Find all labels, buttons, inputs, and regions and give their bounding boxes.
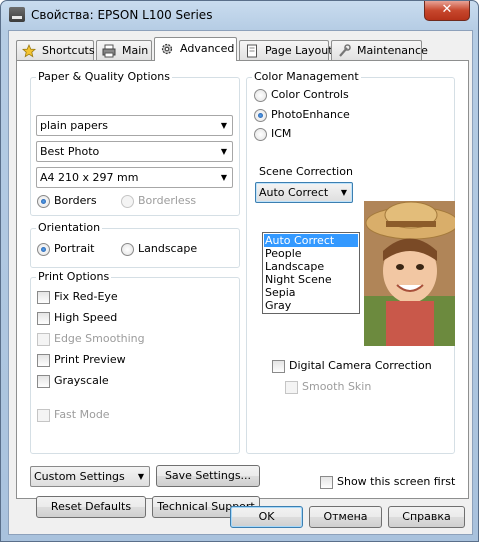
settings-preset-value: Custom Settings bbox=[34, 470, 125, 483]
dropdown-option-gray[interactable]: Gray bbox=[264, 299, 358, 312]
group-label: Print Options bbox=[36, 270, 112, 283]
star-icon bbox=[21, 43, 37, 58]
window-frame: Свойства: EPSON L100 Series ✕ Shortcuts … bbox=[0, 0, 479, 542]
checkbox-icon bbox=[37, 312, 50, 325]
tab-label: Main bbox=[122, 44, 149, 57]
dropdown-option-auto-correct[interactable]: Auto Correct bbox=[264, 234, 358, 247]
chevron-down-icon: ▼ bbox=[220, 147, 227, 156]
tab-page-layout[interactable]: Page Layout bbox=[239, 40, 333, 60]
save-settings-button[interactable]: Save Settings... bbox=[156, 465, 260, 487]
scene-correction-dropdown: Auto Correct People Landscape Night Scen… bbox=[262, 232, 360, 314]
group-label: Orientation bbox=[36, 221, 103, 234]
tab-label: Shortcuts bbox=[42, 44, 95, 57]
checkbox-label: Grayscale bbox=[54, 374, 109, 387]
checkbox-label: Fast Mode bbox=[54, 408, 110, 421]
checkbox-icon bbox=[37, 291, 50, 304]
paper-type-select[interactable]: plain papers ▼ bbox=[36, 115, 233, 136]
radio-selected-icon bbox=[37, 195, 50, 208]
help-button[interactable]: Справка bbox=[388, 506, 465, 528]
paper-size-value: A4 210 x 297 mm bbox=[40, 171, 139, 184]
tab-label: Advanced bbox=[180, 42, 235, 55]
chevron-down-icon: ▼ bbox=[220, 121, 227, 130]
tab-main[interactable]: Main bbox=[96, 40, 152, 60]
close-button[interactable]: ✕ bbox=[424, 1, 470, 21]
printer-icon bbox=[102, 44, 116, 58]
radio-label: PhotoEnhance bbox=[271, 108, 350, 121]
tab-maintenance[interactable]: Maintenance bbox=[331, 40, 428, 60]
radio-label: Borders bbox=[54, 194, 97, 207]
wrench-icon bbox=[337, 44, 351, 58]
settings-preset-select[interactable]: Custom Settings ▼ bbox=[30, 466, 150, 487]
checkbox-label: Show this screen first bbox=[337, 475, 456, 488]
page-icon bbox=[245, 44, 259, 58]
radio-label: Borderless bbox=[138, 194, 197, 207]
paper-type-value: plain papers bbox=[40, 119, 109, 132]
radio-selected-icon bbox=[37, 243, 50, 256]
quality-value: Best Photo bbox=[40, 145, 100, 158]
printer-icon bbox=[9, 7, 25, 22]
checkbox-label: Fix Red-Eye bbox=[54, 290, 118, 303]
checkbox-icon bbox=[37, 375, 50, 388]
paper-size-select[interactable]: A4 210 x 297 mm ▼ bbox=[36, 167, 233, 188]
radio-label: Color Controls bbox=[271, 88, 349, 101]
checkbox-icon bbox=[37, 333, 50, 346]
checkbox-icon bbox=[37, 409, 50, 422]
checkbox-label: Print Preview bbox=[54, 353, 126, 366]
gear-icon bbox=[160, 42, 174, 56]
radio-label: Portrait bbox=[54, 242, 95, 255]
title-bar[interactable]: Свойства: EPSON L100 Series ✕ bbox=[1, 1, 478, 29]
checkbox-label: High Speed bbox=[54, 311, 118, 324]
tab-advanced[interactable]: Advanced bbox=[154, 37, 237, 61]
dropdown-option-night-scene[interactable]: Night Scene bbox=[264, 273, 358, 286]
checkbox-label: Digital Camera Correction bbox=[289, 359, 432, 372]
dropdown-option-people[interactable]: People bbox=[264, 247, 358, 260]
checkbox-label: Smooth Skin bbox=[302, 380, 372, 393]
group-label: Color Management bbox=[252, 70, 361, 83]
checkbox-icon bbox=[285, 381, 298, 394]
divider bbox=[37, 398, 233, 399]
radio-icon bbox=[121, 243, 134, 256]
chevron-down-icon: ▼ bbox=[137, 472, 144, 481]
cancel-button[interactable]: Отмена bbox=[309, 506, 382, 528]
radio-label: Landscape bbox=[138, 242, 198, 255]
quality-select[interactable]: Best Photo ▼ bbox=[36, 141, 233, 162]
checkbox-icon bbox=[37, 354, 50, 367]
reset-defaults-button[interactable]: Reset Defaults bbox=[36, 496, 146, 518]
tab-label: Page Layout bbox=[265, 44, 333, 57]
dialog-client: Shortcuts Main Advanced Page Layout Main… bbox=[8, 30, 473, 535]
advanced-tab-sheet: Paper & Quality Options plain papers ▼ B… bbox=[16, 60, 469, 518]
checkbox-icon bbox=[272, 360, 285, 373]
scene-correction-select[interactable]: Auto Correct ▼ bbox=[255, 182, 353, 203]
ok-button[interactable]: OK bbox=[230, 506, 303, 528]
chevron-down-icon: ▼ bbox=[220, 173, 227, 182]
radio-label: ICM bbox=[271, 127, 292, 140]
scene-correction-label: Scene Correction bbox=[259, 165, 353, 178]
window-title: Свойства: EPSON L100 Series bbox=[31, 8, 213, 22]
sample-photo bbox=[364, 201, 455, 346]
dropdown-option-landscape[interactable]: Landscape bbox=[264, 260, 358, 273]
tab-label: Maintenance bbox=[357, 44, 428, 57]
chevron-down-icon: ▼ bbox=[340, 188, 347, 197]
radio-icon bbox=[254, 128, 267, 141]
radio-icon bbox=[121, 195, 134, 208]
checkbox-label: Edge Smoothing bbox=[54, 332, 145, 345]
checkbox-icon bbox=[320, 476, 333, 489]
dropdown-option-sepia[interactable]: Sepia bbox=[264, 286, 358, 299]
scene-correction-value: Auto Correct bbox=[259, 186, 329, 199]
group-label: Paper & Quality Options bbox=[36, 70, 172, 83]
tab-shortcuts[interactable]: Shortcuts bbox=[16, 40, 95, 60]
radio-icon bbox=[254, 89, 267, 102]
radio-selected-icon bbox=[254, 109, 267, 122]
